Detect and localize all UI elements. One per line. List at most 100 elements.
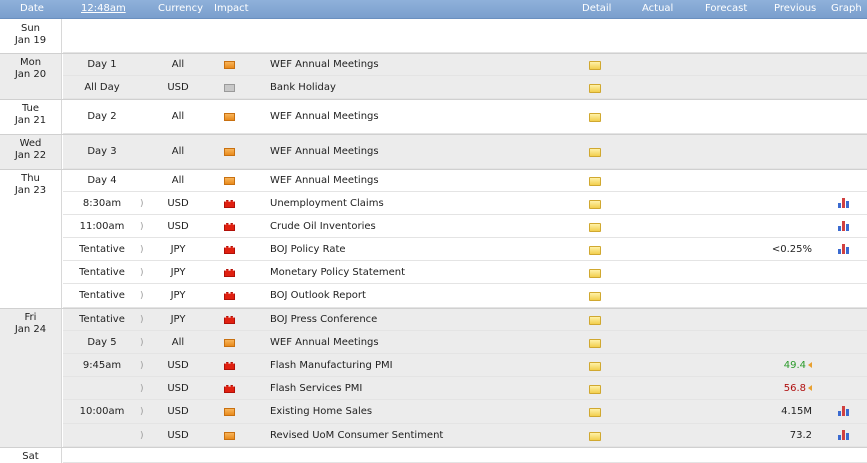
calendar-table: Date 12:48am Currency Impact Detail Actu… — [0, 0, 867, 463]
header-time[interactable]: 12:48am — [81, 3, 126, 14]
folder-icon[interactable] — [589, 408, 601, 417]
folder-icon[interactable] — [589, 200, 601, 209]
folder-icon[interactable] — [589, 385, 601, 394]
event-previous: 4.15M — [763, 406, 812, 417]
table-row[interactable]: Tentative) JPY BOJ Policy Rate <0.25% — [63, 238, 867, 261]
folder-icon[interactable] — [589, 246, 601, 255]
day-of-week: Tue — [21, 103, 40, 114]
day-cell: Mon Jan 20 — [0, 53, 62, 99]
impact-icon — [224, 362, 235, 370]
event-name[interactable]: BOJ Policy Rate — [270, 244, 346, 255]
folder-icon[interactable] — [589, 292, 601, 301]
table-row[interactable]: 11:00am) USD Crude Oil Inventories — [63, 215, 867, 238]
impact-icon — [224, 200, 235, 208]
event-name[interactable]: Flash Services PMI — [270, 383, 362, 394]
day-date: Jan 22 — [14, 150, 47, 161]
timer-icon: ) — [140, 222, 144, 232]
table-row — [63, 19, 867, 53]
bar-chart-icon[interactable] — [838, 197, 850, 208]
folder-icon[interactable] — [589, 177, 601, 186]
table-row[interactable]: Day 5) All WEF Annual Meetings — [63, 331, 867, 354]
folder-icon[interactable] — [589, 148, 601, 157]
event-currency: JPY — [170, 244, 186, 255]
folder-icon[interactable] — [589, 61, 601, 70]
table-row — [63, 447, 867, 463]
day-date: Jan 23 — [14, 185, 47, 196]
event-name[interactable]: WEF Annual Meetings — [270, 111, 379, 122]
event-name[interactable]: Flash Manufacturing PMI — [270, 360, 393, 371]
event-name[interactable]: WEF Annual Meetings — [270, 337, 379, 348]
event-currency: All — [171, 111, 185, 122]
table-row[interactable]: Tentative) JPY BOJ Outlook Report — [63, 284, 867, 308]
event-name[interactable]: Existing Home Sales — [270, 406, 372, 417]
event-currency: USD — [167, 198, 189, 209]
previous-value: 49.4 — [783, 360, 806, 371]
event-currency: USD — [167, 221, 189, 232]
table-row[interactable]: 10:00am) USD Existing Home Sales 4.15M — [63, 400, 867, 424]
impact-icon — [224, 61, 235, 69]
event-time: Day 4 — [87, 175, 117, 186]
folder-icon[interactable] — [589, 84, 601, 93]
bar-chart-icon[interactable] — [838, 429, 850, 440]
table-row[interactable]: ) USD Flash Services PMI 56.8 — [63, 377, 867, 400]
impact-icon — [224, 339, 235, 347]
event-time: Tentative — [79, 267, 125, 278]
timer-icon: ) — [140, 268, 144, 278]
header-forecast: Forecast — [705, 3, 748, 14]
bar-chart-icon[interactable] — [838, 220, 850, 231]
bar-chart-icon[interactable] — [838, 243, 850, 254]
table-row[interactable]: ) USD Revised UoM Consumer Sentiment 73.2 — [63, 424, 867, 447]
event-name[interactable]: Bank Holiday — [270, 82, 336, 93]
table-row[interactable]: Day 3 All WEF Annual Meetings — [63, 134, 867, 169]
folder-icon[interactable] — [589, 316, 601, 325]
impact-icon — [224, 113, 235, 121]
event-name[interactable]: WEF Annual Meetings — [270, 59, 379, 70]
folder-icon[interactable] — [589, 339, 601, 348]
event-currency: USD — [167, 430, 189, 441]
impact-icon — [224, 292, 235, 300]
event-currency: JPY — [170, 267, 186, 278]
event-name[interactable]: Revised UoM Consumer Sentiment — [270, 430, 443, 441]
header-graph: Graph — [831, 3, 862, 14]
impact-icon — [224, 432, 235, 440]
timer-icon: ) — [140, 407, 144, 417]
folder-icon[interactable] — [589, 223, 601, 232]
event-time: 10:00am — [79, 406, 125, 417]
table-row[interactable]: Tentative) JPY BOJ Press Conference — [63, 308, 867, 331]
event-name[interactable]: Monetary Policy Statement — [270, 267, 405, 278]
event-name[interactable]: Unemployment Claims — [270, 198, 384, 209]
table-row[interactable]: 8:30am) USD Unemployment Claims — [63, 192, 867, 215]
impact-icon — [224, 84, 235, 92]
revision-arrow-icon — [808, 362, 812, 368]
folder-icon[interactable] — [589, 269, 601, 278]
folder-icon[interactable] — [589, 432, 601, 441]
event-currency: USD — [167, 360, 189, 371]
event-time: 11:00am — [79, 221, 125, 232]
timer-icon: ) — [140, 315, 144, 325]
event-time: Day 1 — [87, 59, 117, 70]
impact-icon — [224, 148, 235, 156]
event-name[interactable]: WEF Annual Meetings — [270, 175, 379, 186]
event-time: 9:45am — [82, 360, 122, 371]
table-row[interactable]: Day 2 All WEF Annual Meetings — [63, 99, 867, 134]
event-name[interactable]: Crude Oil Inventories — [270, 221, 376, 232]
table-row[interactable]: 9:45am) USD Flash Manufacturing PMI 49.4 — [63, 354, 867, 377]
timer-icon: ) — [140, 291, 144, 301]
event-name[interactable]: BOJ Outlook Report — [270, 290, 366, 301]
timer-icon: ) — [140, 199, 144, 209]
event-name[interactable]: BOJ Press Conference — [270, 314, 377, 325]
table-row[interactable]: Tentative) JPY Monetary Policy Statement — [63, 261, 867, 284]
folder-icon[interactable] — [589, 113, 601, 122]
table-row[interactable]: Day 4 All WEF Annual Meetings — [63, 169, 867, 192]
folder-icon[interactable] — [589, 362, 601, 371]
event-previous: 73.2 — [763, 430, 812, 441]
impact-icon — [224, 269, 235, 277]
bar-chart-icon[interactable] — [838, 405, 850, 416]
table-row[interactable]: All Day USD Bank Holiday — [63, 76, 867, 99]
timer-icon: ) — [140, 361, 144, 371]
event-name[interactable]: WEF Annual Meetings — [270, 146, 379, 157]
previous-value: 73.2 — [789, 430, 812, 441]
event-currency: All — [171, 337, 185, 348]
table-row[interactable]: Day 1 All WEF Annual Meetings — [63, 53, 867, 76]
revision-arrow-icon — [808, 385, 812, 391]
